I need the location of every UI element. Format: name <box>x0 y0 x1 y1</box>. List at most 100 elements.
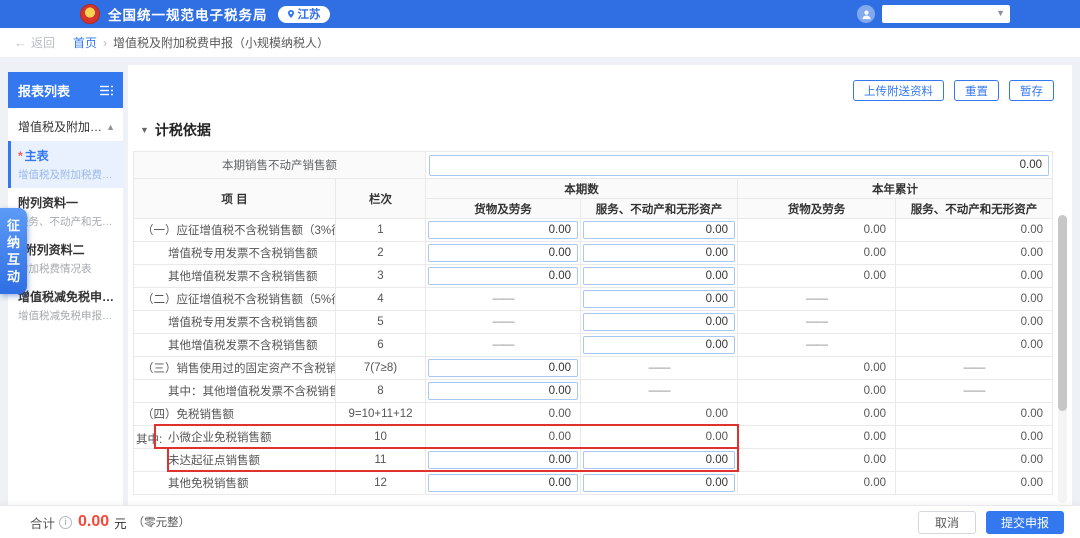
readonly-amount: 0.00 <box>896 311 1053 334</box>
not-applicable-dash: —— <box>738 311 896 334</box>
row-label: 其他免税销售额 <box>134 472 336 495</box>
table-row: 其中:小微企业免税销售额100.000.000.000.00 <box>134 426 1053 449</box>
amount-input[interactable] <box>428 244 578 262</box>
scrollbar-thumb[interactable] <box>1058 215 1067 411</box>
user-avatar-icon[interactable] <box>857 5 875 23</box>
row-column-no: 11 <box>336 449 426 472</box>
col-header-services-current: 服务、不动产和无形资产 <box>581 199 738 219</box>
readonly-amount: 0.00 <box>896 219 1053 242</box>
list-toggle-icon[interactable] <box>100 85 113 96</box>
breadcrumb: ← 返回 首页 › 增值税及附加税费申报（小规模纳税人） <box>0 28 1080 58</box>
not-applicable-dash: —— <box>896 357 1053 380</box>
sidebar-item-subtitle: 增值税减免税申报明细表 <box>18 308 117 323</box>
readonly-amount: 0.00 <box>738 265 896 288</box>
back-label[interactable]: 返回 <box>31 34 55 51</box>
row-label: 增值税专用发票不含税销售额 <box>134 311 336 334</box>
table-row: （一）应征增值税不含税销售额（3%征收率）10.000.00 <box>134 219 1053 242</box>
table-body: （一）应征增值税不含税销售额（3%征收率）10.000.00增值税专用发票不含税… <box>134 219 1053 495</box>
back-arrow-icon[interactable]: ← <box>14 35 27 50</box>
sidebar-item-subtitle: 附加税费情况表 <box>18 261 117 276</box>
readonly-amount: 0.00 <box>738 426 896 449</box>
amount-input[interactable] <box>428 221 578 239</box>
col-header-item: 项 目 <box>134 179 336 219</box>
amount-input[interactable] <box>583 451 735 469</box>
col-header-year-total: 本年累计 <box>738 179 1053 199</box>
chevron-up-icon: ▲ <box>106 122 115 132</box>
amount-input[interactable] <box>583 336 735 354</box>
section-title: 计税依据 <box>155 120 211 140</box>
info-icon[interactable]: i <box>59 516 72 529</box>
total-value: 0.00 <box>78 513 109 531</box>
table-row: 未达起征点销售额110.000.00 <box>134 449 1053 472</box>
row-column-no: 2 <box>336 242 426 265</box>
user-dropdown[interactable]: ▼ <box>882 5 1010 23</box>
amount-input[interactable] <box>428 359 578 377</box>
amount-input[interactable] <box>428 382 578 400</box>
amount-input[interactable] <box>583 221 735 239</box>
row-label: 增值税专用发票不含税销售额 <box>134 242 336 265</box>
row-label: （二）应征增值税不含税销售额（5%征收率） <box>134 288 336 311</box>
row-column-no: 10 <box>336 426 426 449</box>
cancel-button[interactable]: 取消 <box>918 511 976 534</box>
row-label-prefix: 其中: <box>136 431 162 447</box>
not-applicable-dash: —— <box>581 357 738 380</box>
row-label: （三）销售使用过的固定资产不含税销售额 <box>134 357 336 380</box>
amount-input[interactable] <box>583 290 735 308</box>
form-toolbar: 上传附送资料 重置 暂存 <box>128 65 1072 101</box>
total-unit: 元 <box>114 513 127 532</box>
readonly-amount: 0.00 <box>896 403 1053 426</box>
interaction-float-tab[interactable]: 征纳互动 <box>0 208 27 294</box>
submit-declaration-button[interactable]: 提交申报 <box>986 511 1064 534</box>
amount-input[interactable] <box>428 267 578 285</box>
readonly-amount: 0.00 <box>738 380 896 403</box>
row-column-no: 7(7≥8) <box>336 357 426 380</box>
sidebar-item[interactable]: *主表增值税及附加税费申报表 <box>8 141 123 188</box>
sidebar-header-title: 报表列表 <box>18 81 70 100</box>
row-column-no: 8 <box>336 380 426 403</box>
row-label: 未达起征点销售额 <box>134 449 336 472</box>
save-draft-button[interactable]: 暂存 <box>1009 80 1054 101</box>
row-column-no: 6 <box>336 334 426 357</box>
row-column-no: 3 <box>336 265 426 288</box>
footer-bar: 合计 i 0.00 元 （零元整） 取消 提交申报 <box>0 505 1080 538</box>
readonly-amount: 0.00 <box>581 426 738 449</box>
table-row: （三）销售使用过的固定资产不含税销售额7(7≥8) ——0.00—— <box>134 357 1053 380</box>
row-column-no: 9=10+11+12 <box>336 403 426 426</box>
breadcrumb-home[interactable]: 首页 <box>73 34 97 51</box>
amount-input[interactable] <box>428 474 578 492</box>
readonly-amount: 0.00 <box>896 426 1053 449</box>
upload-attachments-button[interactable]: 上传附送资料 <box>853 80 944 101</box>
national-emblem-logo-icon <box>80 4 100 24</box>
region-badge-label: 江苏 <box>298 6 321 22</box>
reset-button[interactable]: 重置 <box>954 80 999 101</box>
sidebar-item-subtitle: 服务、不动产和无形资产扣… <box>18 214 117 229</box>
col-header-column-no: 栏次 <box>336 179 426 219</box>
readonly-amount: 0.00 <box>738 357 896 380</box>
amount-input[interactable] <box>428 451 578 469</box>
region-badge[interactable]: 江苏 <box>278 6 330 23</box>
row-column-no: 12 <box>336 472 426 495</box>
row-column-no: 4 <box>336 288 426 311</box>
amount-input[interactable] <box>583 313 735 331</box>
row-label: 其中：其他增值税发票不含税销售额 <box>134 380 336 403</box>
presale-row-label: 本期销售不动产销售额 <box>134 152 426 179</box>
sidebar-header: 报表列表 <box>8 72 123 108</box>
col-header-goods-year: 货物及劳务 <box>738 199 896 219</box>
table-row: 其他免税销售额120.000.00 <box>134 472 1053 495</box>
amount-input[interactable] <box>583 244 735 262</box>
row-column-no: 1 <box>336 219 426 242</box>
vertical-scrollbar[interactable] <box>1058 215 1067 503</box>
sidebar-item-title: 附列资料二 <box>25 243 85 257</box>
table-row: （四）免税销售额9=10+11+120.000.000.000.00 <box>134 403 1053 426</box>
not-applicable-dash: —— <box>738 288 896 311</box>
table-row: 其他增值税发票不含税销售额6————0.00 <box>134 334 1053 357</box>
section-title-row[interactable]: ▼ 计税依据 <box>140 120 1072 140</box>
tax-basis-table: 本期销售不动产销售额 项 目 栏次 本期数 本年累计 货物及劳务 服务、不动产和… <box>133 151 1052 495</box>
presale-amount-input[interactable] <box>429 155 1049 176</box>
table-row: （二）应征增值税不含税销售额（5%征收率）4————0.00 <box>134 288 1053 311</box>
sidebar-group[interactable]: 增值税及附加税费申报… ▲ <box>8 108 123 141</box>
not-applicable-dash: —— <box>426 311 581 334</box>
amount-input[interactable] <box>583 267 735 285</box>
sidebar-item-subtitle: 增值税及附加税费申报表 <box>18 167 117 182</box>
amount-input[interactable] <box>583 474 735 492</box>
